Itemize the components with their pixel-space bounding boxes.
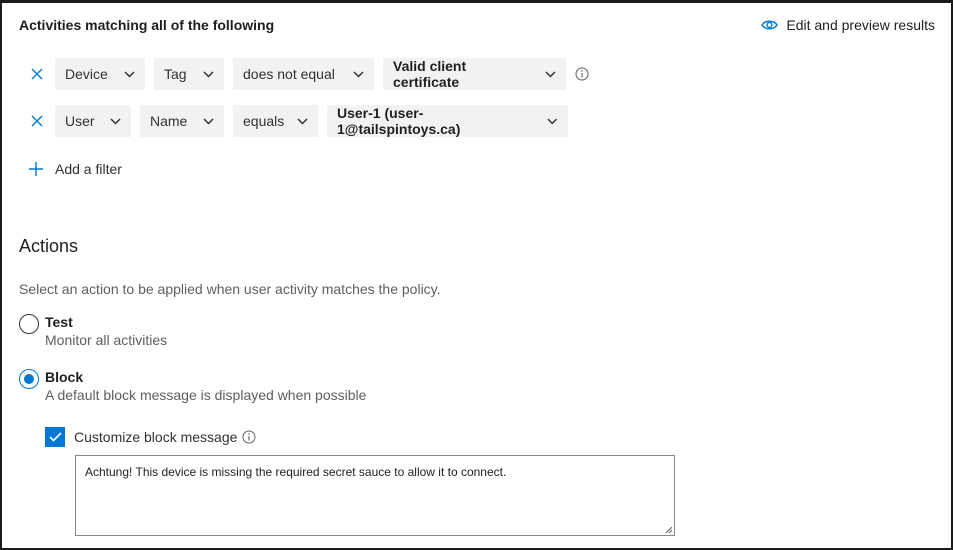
- filter-row: Device Tag does not equal Valid client c…: [28, 58, 589, 90]
- info-icon[interactable]: [575, 67, 589, 81]
- chevron-down-icon: [297, 117, 308, 125]
- add-filter-label: Add a filter: [55, 161, 122, 177]
- radio-selected-dot: [24, 374, 34, 384]
- checkmark-icon: [48, 432, 62, 442]
- close-icon: [31, 68, 43, 80]
- operator-dropdown[interactable]: equals: [233, 105, 318, 137]
- value-dropdown-value: User-1 (user-1@tailspintoys.ca): [337, 105, 461, 137]
- field-dropdown[interactable]: Device: [55, 58, 145, 90]
- value-dropdown-value: Valid client certificate: [393, 58, 467, 90]
- radio-option-block[interactable]: Block A default block message is display…: [19, 368, 366, 404]
- radio-button[interactable]: [19, 369, 39, 389]
- operator-dropdown-value: equals: [243, 113, 285, 129]
- plus-icon: [29, 162, 43, 176]
- remove-filter-button[interactable]: [28, 65, 46, 83]
- field-dropdown-value: Device: [65, 66, 108, 82]
- chevron-down-icon: [353, 70, 364, 78]
- property-dropdown-value: Name: [150, 113, 188, 129]
- property-dropdown[interactable]: Tag: [154, 58, 224, 90]
- chevron-down-icon: [203, 70, 214, 78]
- edit-preview-link[interactable]: Edit and preview results: [761, 17, 935, 33]
- chevron-down-icon: [124, 70, 135, 78]
- actions-heading: Actions: [19, 236, 79, 256]
- actions-description: Select an action to be applied when user…: [19, 281, 441, 297]
- chevron-down-icon: [545, 70, 556, 78]
- remove-filter-button[interactable]: [28, 112, 46, 130]
- value-dropdown[interactable]: User-1 (user-1@tailspintoys.ca): [327, 105, 568, 137]
- property-dropdown[interactable]: Name: [140, 105, 224, 137]
- radio-description: Monitor all activities: [45, 332, 168, 348]
- operator-dropdown[interactable]: does not equal: [233, 58, 374, 90]
- eye-icon: [761, 19, 779, 31]
- resize-grip-icon[interactable]: [665, 526, 673, 534]
- radio-label: Block: [45, 369, 84, 385]
- radio-description: A default block message is displayed whe…: [45, 387, 367, 403]
- filter-row: User Name equals User-1 (user-1@tailspin…: [28, 105, 577, 137]
- property-dropdown-value: Tag: [164, 66, 187, 82]
- add-filter-button[interactable]: Add a filter: [28, 161, 122, 177]
- policy-editor-panel: Activities matching all of the following…: [0, 0, 953, 550]
- customize-message-checkbox[interactable]: [45, 427, 65, 447]
- chevron-down-icon: [110, 117, 121, 125]
- radio-option-test[interactable]: Test Monitor all activities: [19, 313, 167, 349]
- operator-dropdown-value: does not equal: [243, 66, 335, 82]
- value-dropdown[interactable]: Valid client certificate: [383, 58, 566, 90]
- field-dropdown-value: User: [65, 113, 95, 129]
- edit-preview-label: Edit and preview results: [786, 17, 935, 33]
- chevron-down-icon: [203, 117, 214, 125]
- info-icon[interactable]: [242, 430, 256, 444]
- chevron-down-icon: [547, 118, 558, 124]
- filters-section-title: Activities matching all of the following: [19, 17, 275, 33]
- radio-label: Test: [45, 314, 73, 330]
- block-message-text: Achtung! This device is missing the requ…: [85, 465, 507, 479]
- field-dropdown[interactable]: User: [55, 105, 131, 137]
- close-icon: [31, 115, 43, 127]
- customize-message-label: Customize block message: [74, 429, 238, 445]
- block-message-textarea[interactable]: Achtung! This device is missing the requ…: [75, 455, 675, 536]
- radio-button[interactable]: [19, 314, 39, 334]
- customize-message-checkbox-row[interactable]: Customize block message: [45, 427, 256, 447]
